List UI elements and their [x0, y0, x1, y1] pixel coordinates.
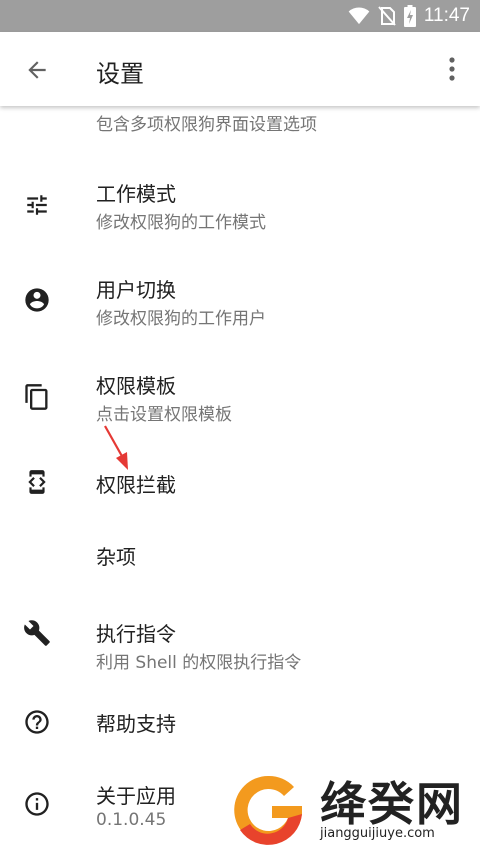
annotation-arrow [104, 425, 128, 470]
watermark-url: jiangguijiuye.com [320, 826, 435, 841]
overflow-menu-button[interactable] [440, 54, 464, 84]
watermark-logo: 绛癸网 jiangguijiuye.com [228, 768, 480, 853]
back-button[interactable] [22, 55, 52, 85]
logo-mark-icon [234, 775, 302, 845]
arrow-back-icon [28, 61, 46, 79]
app-bar: 设置 [0, 32, 480, 106]
more-vert-icon [449, 57, 455, 81]
watermark-text: 绛癸网 [320, 777, 464, 831]
page-title: 设置 [96, 60, 144, 88]
